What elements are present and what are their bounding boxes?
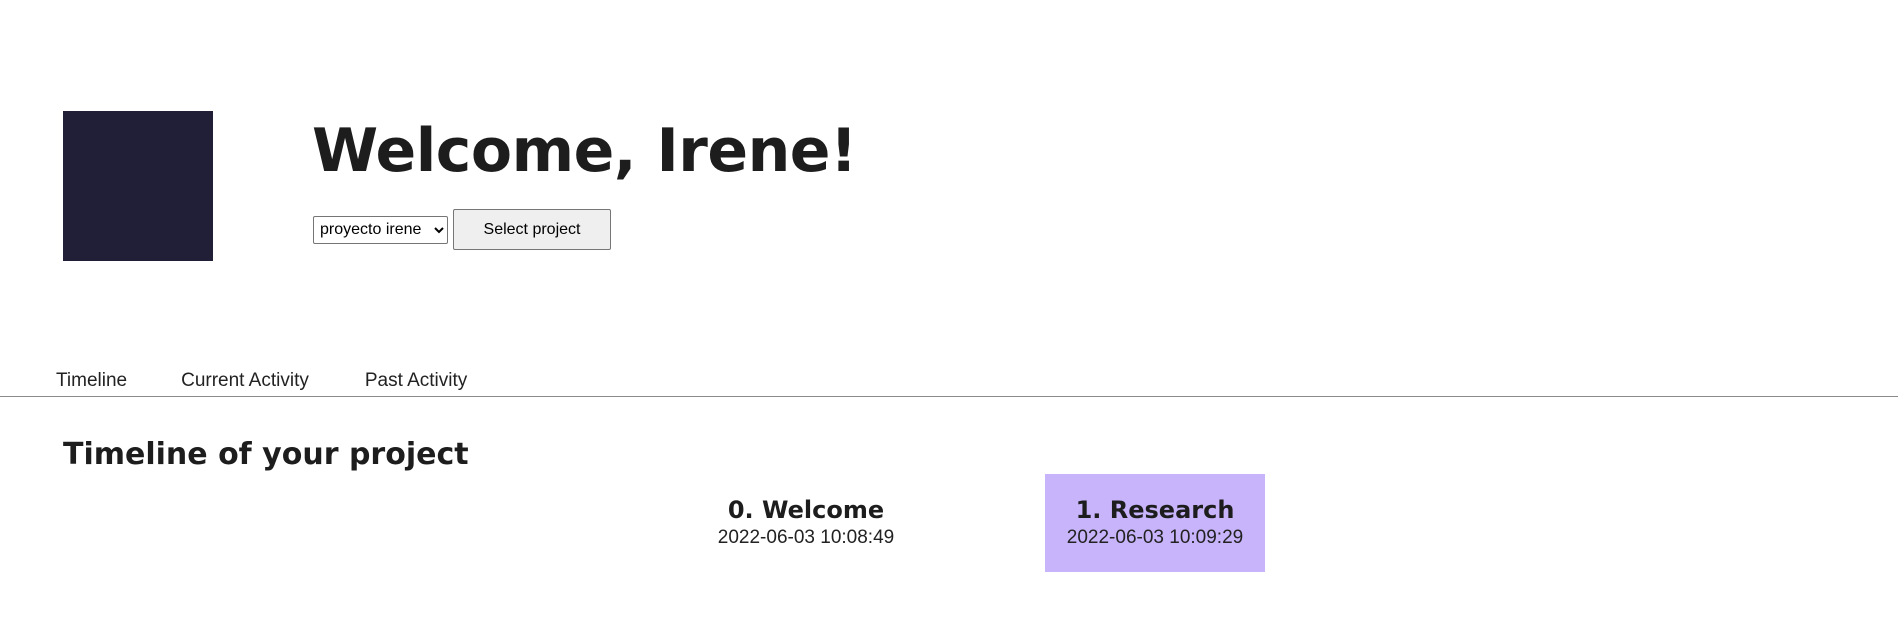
- tab-bar: Timeline Current Activity Past Activity: [56, 370, 467, 392]
- tab-timeline[interactable]: Timeline: [56, 370, 127, 392]
- timeline-stage-research[interactable]: 1. Research 2022-06-03 10:09:29: [1045, 474, 1265, 572]
- stage-title: 1. Research: [1075, 496, 1235, 524]
- logo: [63, 111, 213, 261]
- stage-date: 2022-06-03 10:09:29: [1066, 527, 1244, 548]
- timeline-stage-welcome[interactable]: 0. Welcome 2022-06-03 10:08:49: [700, 474, 912, 572]
- welcome-title: Welcome, Irene!: [312, 116, 857, 186]
- page: Welcome, Irene! proyecto irene Select pr…: [0, 0, 1898, 635]
- stage-title: 0. Welcome: [727, 496, 885, 524]
- stage-date: 2022-06-03 10:08:49: [717, 527, 895, 548]
- tabs-divider: [0, 396, 1898, 397]
- tab-past-activity[interactable]: Past Activity: [365, 370, 467, 392]
- project-controls: proyecto irene Select project: [313, 209, 611, 250]
- select-project-button[interactable]: Select project: [453, 209, 611, 250]
- timeline-heading: Timeline of your project: [63, 437, 469, 472]
- project-select[interactable]: proyecto irene: [313, 215, 448, 244]
- tab-current-activity[interactable]: Current Activity: [181, 370, 309, 392]
